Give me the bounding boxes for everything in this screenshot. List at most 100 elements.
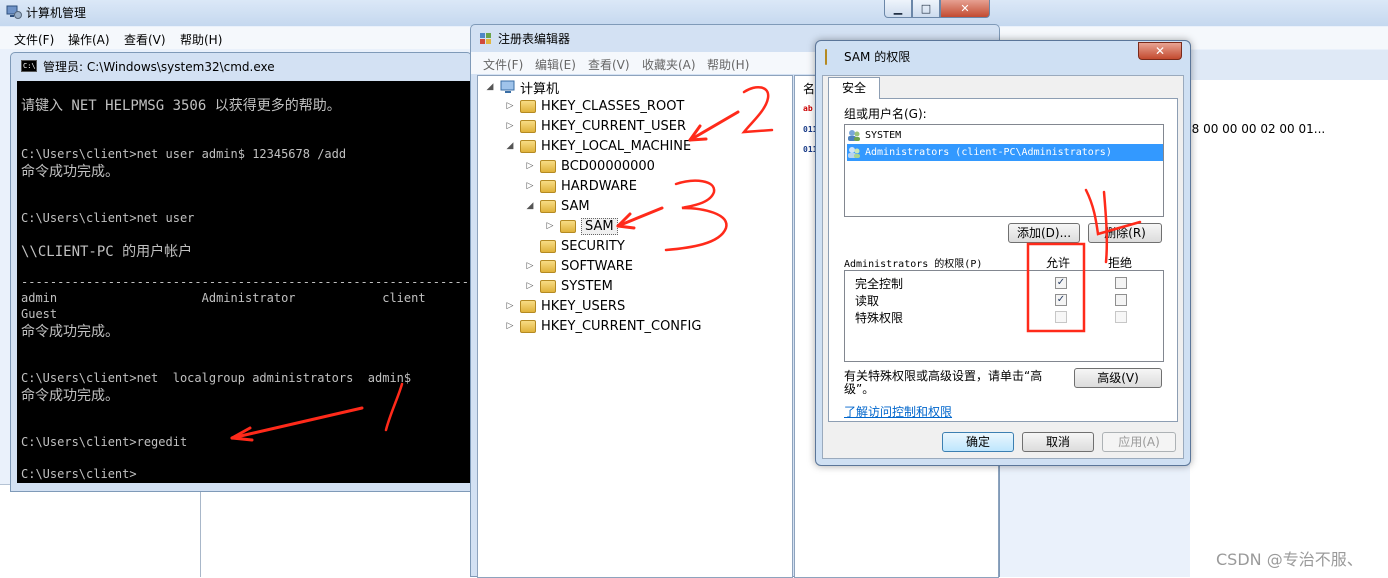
collapse-arrow-icon[interactable]: ◢ [484, 82, 496, 92]
collapse-arrow-icon[interactable]: ◢ [524, 201, 536, 211]
group-user-list[interactable]: SYSTEM Administrators (client-PC\Adminis… [844, 124, 1164, 217]
group-name: SYSTEM [865, 130, 902, 141]
permission-special: 特殊权限 [855, 311, 904, 325]
csdn-watermark: CSDN @专治不服、 [1216, 550, 1363, 569]
cmd-title: 管理员: C:\Windows\system32\cmd.exe [43, 60, 275, 74]
tree-node-hklm[interactable]: ◢ HKEY_LOCAL_MACHINE [504, 136, 692, 156]
cancel-button[interactable]: 取消 [1022, 432, 1094, 452]
folder-icon [540, 259, 556, 273]
console-line: 命令成功完成。 [21, 324, 119, 340]
reg-menu-favorites[interactable]: 收藏夹(A) [642, 56, 696, 73]
cm-menu-file[interactable]: 文件(F) [14, 31, 54, 48]
allow-column-header: 允许 [1046, 256, 1071, 270]
deny-read-checkbox[interactable] [1115, 294, 1127, 306]
permissions-dialog: SAM 的权限 ✕ 安全 组或用户名(G): SYSTEM Administra… [815, 40, 1191, 466]
tree-node-software[interactable]: ▷ SOFTWARE [524, 256, 633, 276]
folder-icon [540, 239, 556, 253]
console-line: ----------------------------------------… [21, 275, 471, 289]
maximize-button[interactable]: □ [912, 0, 940, 18]
tree-node-hkcu[interactable]: ▷ HKEY_CURRENT_USER [504, 116, 686, 136]
cm-tree-pane[interactable] [0, 484, 472, 577]
minimize-button[interactable]: ▁ [884, 0, 912, 18]
reg-menu-view[interactable]: 查看(V) [588, 56, 630, 73]
cm-pane-divider[interactable] [200, 484, 201, 577]
reg-title: 注册表编辑器 [498, 32, 571, 46]
permissions-label: Administrators 的权限(P) [844, 259, 983, 270]
reg-menu-file[interactable]: 文件(F) [483, 56, 523, 73]
group-item-administrators[interactable]: Administrators (client-PC\Administrators… [847, 144, 1163, 161]
computer-management-icon [6, 5, 22, 19]
computer-icon [500, 80, 515, 93]
registry-tree: ◢ 计算机 ▷ HKEY_CLASSES_ROOT ▷ HKEY_CURRENT… [477, 75, 793, 578]
tree-label: HKEY_USERS [541, 298, 626, 314]
console-line: C:\Users\client>regedit [21, 435, 188, 449]
expand-arrow-icon[interactable]: ▷ [524, 161, 536, 171]
string-value-icon: ab [803, 104, 813, 113]
expand-arrow-icon[interactable]: ▷ [524, 181, 536, 191]
dialog-close-button[interactable]: ✕ [1138, 42, 1182, 60]
tree-node-hku[interactable]: ▷ HKEY_USERS [504, 296, 626, 316]
expand-arrow-icon[interactable]: ▷ [504, 121, 516, 131]
folder-icon [560, 219, 576, 233]
expand-arrow-icon[interactable]: ▷ [504, 101, 516, 111]
close-button[interactable]: ✕ [940, 0, 990, 18]
cm-menu-view[interactable]: 查看(V) [124, 31, 166, 48]
tree-node-system[interactable]: ▷ SYSTEM [524, 276, 613, 296]
console-line: \\CLIENT-PC 的用户帐户 [21, 244, 193, 260]
console-line: 命令成功完成。 [21, 388, 119, 404]
tree-node-hkcr[interactable]: ▷ HKEY_CLASSES_ROOT [504, 96, 685, 116]
cm-menu-help[interactable]: 帮助(H) [180, 31, 222, 48]
expand-arrow-icon[interactable]: ▷ [504, 321, 516, 331]
expand-arrow-icon[interactable]: ▷ [544, 221, 556, 231]
expand-arrow-icon[interactable]: ▷ [524, 261, 536, 271]
permissions-list: 完全控制 读取 特殊权限 ✓ ✓ [844, 270, 1164, 362]
allow-read-checkbox[interactable]: ✓ [1055, 294, 1067, 306]
folder-icon [540, 279, 556, 293]
allow-full-control-checkbox[interactable]: ✓ [1055, 277, 1067, 289]
user-group-icon [848, 147, 860, 158]
add-button[interactable]: 添加(D)... [1008, 223, 1080, 243]
tree-node-security[interactable]: SECURITY [524, 236, 625, 256]
registry-editor-icon [480, 33, 491, 44]
group-item-system[interactable]: SYSTEM [847, 127, 901, 144]
folder-icon [520, 139, 536, 153]
tree-node-sam-child[interactable]: ▷ SAM [544, 216, 618, 236]
tree-label: SAM [581, 217, 618, 235]
collapse-arrow-icon[interactable]: ◢ [504, 141, 516, 151]
tree-node-hardware[interactable]: ▷ HARDWARE [524, 176, 637, 196]
tab-security[interactable]: 安全 [828, 77, 880, 99]
console-line: admin Administrator client [21, 291, 426, 305]
folder-icon [520, 99, 536, 113]
allow-special-checkbox[interactable] [1055, 311, 1067, 323]
console-line: C:\Users\client>net localgroup administr… [21, 371, 412, 385]
expand-arrow-icon[interactable]: ▷ [524, 281, 536, 291]
cmd-titlebar[interactable]: C:\ 管理员: C:\Windows\system32\cmd.exe [11, 53, 471, 79]
deny-special-checkbox[interactable] [1115, 311, 1127, 323]
cmd-console[interactable]: 请键入 NET HELPMSG 3506 以获得更多的帮助。 C:\Users\… [17, 81, 471, 483]
apply-button[interactable]: 应用(A) [1102, 432, 1176, 452]
tree-label: SECURITY [561, 238, 625, 254]
reg-menu-help[interactable]: 帮助(H) [707, 56, 749, 73]
ok-button[interactable]: 确定 [942, 432, 1014, 452]
user-group-icon [848, 130, 860, 141]
reg-menu-edit[interactable]: 编辑(E) [535, 56, 576, 73]
permission-read: 读取 [855, 294, 880, 308]
folder-icon [540, 179, 556, 193]
tree-node-hkcc[interactable]: ▷ HKEY_CURRENT_CONFIG [504, 316, 702, 336]
cm-right-pane[interactable] [1190, 80, 1388, 577]
tree-node-computer[interactable]: ◢ 计算机 [484, 77, 559, 97]
deny-full-control-checkbox[interactable] [1115, 277, 1127, 289]
tree-node-sam[interactable]: ◢ SAM [524, 196, 590, 216]
learn-access-control-link[interactable]: 了解访问控制和权限 [844, 403, 952, 420]
column-header-name[interactable]: 名 [803, 80, 815, 97]
tree-node-bcd[interactable]: ▷ BCD00000000 [524, 156, 655, 176]
cmd-icon: C:\ [21, 60, 37, 72]
cm-titlebar[interactable]: 计算机管理 ▁ □ ✕ [0, 0, 1388, 26]
advanced-button[interactable]: 高级(V) [1074, 368, 1162, 388]
remove-button[interactable]: 删除(R) [1088, 223, 1162, 243]
expand-arrow-icon[interactable]: ▷ [504, 301, 516, 311]
cm-menu-action[interactable]: 操作(A) [68, 31, 110, 48]
binary-value-icon: 011 [803, 145, 818, 154]
console-line: 请键入 NET HELPMSG 3506 以获得更多的帮助。 [21, 98, 341, 114]
dialog-title: SAM 的权限 [844, 50, 911, 64]
